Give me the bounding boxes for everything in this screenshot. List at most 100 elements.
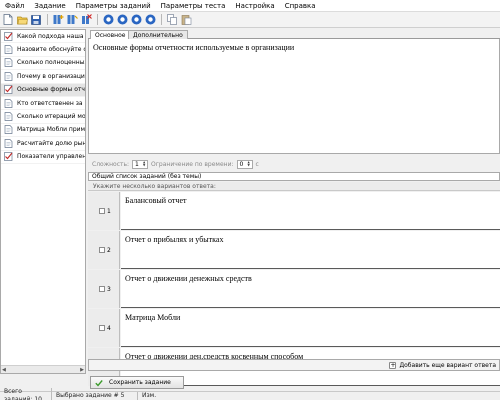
question-list-label: Сколько полноценных б (17, 59, 85, 67)
answer-checkbox[interactable] (99, 325, 105, 331)
question-list-item[interactable]: Расчитайте долю рынка (1, 137, 85, 151)
question-list-label: Расчитайте долю рынка (17, 139, 85, 147)
status-total: Всего заданий: 10 (0, 388, 52, 400)
menu-test-params[interactable]: Параметры теста (156, 0, 231, 12)
document-icon (4, 58, 13, 68)
paste-icon[interactable] (180, 14, 192, 26)
document-icon (4, 45, 13, 54)
add-group-icon[interactable] (66, 14, 78, 26)
question-list-item[interactable]: Сколько итераций може (1, 110, 85, 124)
delete-icon[interactable] (80, 14, 92, 26)
answer-checkbox[interactable] (99, 208, 105, 214)
open-folder-icon[interactable] (16, 14, 28, 26)
answer-controls: 3 (88, 270, 120, 308)
new-document-icon[interactable] (2, 14, 14, 26)
answer-text: Отчет о прибылях и убытках (125, 235, 224, 244)
save-task-label: Сохранить задание (109, 379, 171, 386)
question-list-item[interactable]: Назовите обоснуйте стр (1, 43, 85, 57)
status-selected: Выбрано задание # 5 (52, 392, 138, 400)
settings-row: Сложность: 1 ▲ ▼ Ограничение по времени: … (88, 158, 500, 170)
menu-bar: Файл Задание Параметры заданий Параметры… (0, 0, 500, 12)
menu-help[interactable]: Справка (280, 0, 321, 12)
question-text-field[interactable]: Основные формы отчетности используемые в… (88, 39, 500, 154)
scroll-right-icon[interactable]: ▶ (80, 367, 84, 373)
tab-extra[interactable]: Дополнительно (128, 30, 188, 39)
save-task-button[interactable]: Сохранить задание (90, 376, 184, 389)
question-list-item[interactable]: Почему в организации (1, 70, 85, 84)
question-list: Какой подхода наша ком Назовите обоснуйте… (0, 29, 86, 374)
answer-row: 2 Отчет о прибылях и убытках (88, 231, 500, 269)
complexity-stepper[interactable]: 1 ▲ ▼ (132, 159, 149, 169)
answer-row: 3 Отчет о движении денежных средств (88, 270, 500, 308)
time-limit-value: 0 (239, 160, 244, 168)
answer-controls: 2 (88, 231, 120, 269)
question-list-label: Матрица Мобли примени (17, 126, 85, 134)
question-list-label: Какой подхода наша ком (17, 32, 85, 40)
checked-task-icon (4, 152, 13, 162)
checkmark-icon (95, 379, 103, 387)
stepper-arrows-icon[interactable]: ▲ ▼ (248, 160, 252, 168)
circle-4-icon[interactable] (144, 14, 156, 26)
circle-2-icon[interactable] (116, 14, 128, 26)
question-list-item[interactable]: Сколько полноценных б (1, 57, 85, 71)
time-limit-stepper[interactable]: 0 ▲ ▼ (236, 159, 253, 169)
answer-hint: Укажите несколько вариантов ответа: (88, 182, 500, 191)
toolbar (0, 12, 500, 28)
menu-task-params[interactable]: Параметры заданий (71, 0, 156, 12)
question-list-label: Кто ответственен за и (17, 99, 85, 107)
horizontal-scrollbar[interactable]: ◀ ▶ (1, 365, 85, 373)
question-list-item[interactable]: Кто ответственен за и (1, 97, 85, 111)
menu-task[interactable]: Задание (29, 0, 70, 12)
circle-3-icon[interactable] (130, 14, 142, 26)
answer-text-field[interactable]: Матрица Мобли (121, 309, 500, 347)
answer-number: 1 (107, 208, 111, 215)
answer-text-field[interactable]: Отчет о прибылях и убытках (121, 231, 500, 269)
stepper-arrows-icon[interactable]: ▲ ▼ (143, 160, 147, 168)
question-list-item[interactable]: Матрица Мобли примени (1, 124, 85, 138)
answer-checkbox[interactable] (99, 247, 105, 253)
status-bar: Всего заданий: 10 Выбрано задание # 5 Из… (0, 388, 500, 400)
answer-text: Матрица Мобли (125, 313, 181, 322)
add-answer-button[interactable]: + Добавить еще вариант ответа (88, 359, 500, 371)
answer-list: 1 Балансовый отчет 2 Отчет о прибылях и убы… (88, 192, 500, 386)
answer-text: Отчет о движении денежных средств (125, 274, 252, 283)
answer-controls: 1 (88, 192, 120, 230)
answer-text-field[interactable]: Балансовый отчет (121, 192, 500, 230)
answer-number: 2 (107, 247, 111, 254)
question-list-item[interactable]: Показатели управление (1, 151, 85, 164)
question-list-item[interactable]: Основные формы отчетн (1, 83, 85, 97)
plus-icon: + (389, 361, 397, 369)
question-list-label: Почему в организации (17, 72, 85, 80)
scroll-left-icon[interactable]: ◀ (2, 367, 6, 373)
document-icon (4, 138, 13, 148)
menu-file[interactable]: Файл (0, 0, 29, 12)
answer-text-field[interactable]: Отчет о движении денежных средств (121, 270, 500, 308)
status-modified: Изм. (142, 392, 157, 399)
time-limit-label: Ограничение по времени: (151, 160, 234, 168)
answer-checkbox[interactable] (99, 286, 105, 292)
question-list-label: Основные формы отчетн (17, 86, 85, 94)
save-icon[interactable] (30, 14, 42, 26)
document-icon (4, 112, 13, 121)
checked-task-icon (4, 31, 13, 41)
complexity-label: Сложность: (92, 160, 130, 168)
answer-number: 4 (107, 325, 111, 332)
answer-text: Балансовый отчет (125, 196, 187, 205)
time-unit: с (255, 160, 259, 168)
document-icon (4, 125, 13, 135)
question-list-label: Сколько итераций може (17, 113, 85, 121)
question-text: Основные формы отчетности используемые в… (93, 43, 295, 52)
toolbar-separator (97, 14, 98, 25)
question-list-label: Назовите обоснуйте стр (17, 46, 85, 54)
question-list-item[interactable]: Какой подхода наша ком (1, 30, 85, 44)
toolbar-separator (47, 14, 48, 25)
answer-row: 4 Матрица Мобли (88, 309, 500, 347)
answer-controls: 4 (88, 309, 120, 347)
add-answer-label: Добавить еще вариант ответа (399, 361, 496, 369)
add-question-icon[interactable] (52, 14, 64, 26)
circle-1-icon[interactable] (102, 14, 114, 26)
answer-row: 1 Балансовый отчет (88, 192, 500, 230)
checked-task-icon (4, 85, 13, 95)
menu-settings[interactable]: Настройка (230, 0, 279, 12)
copy-icon[interactable] (166, 14, 178, 26)
